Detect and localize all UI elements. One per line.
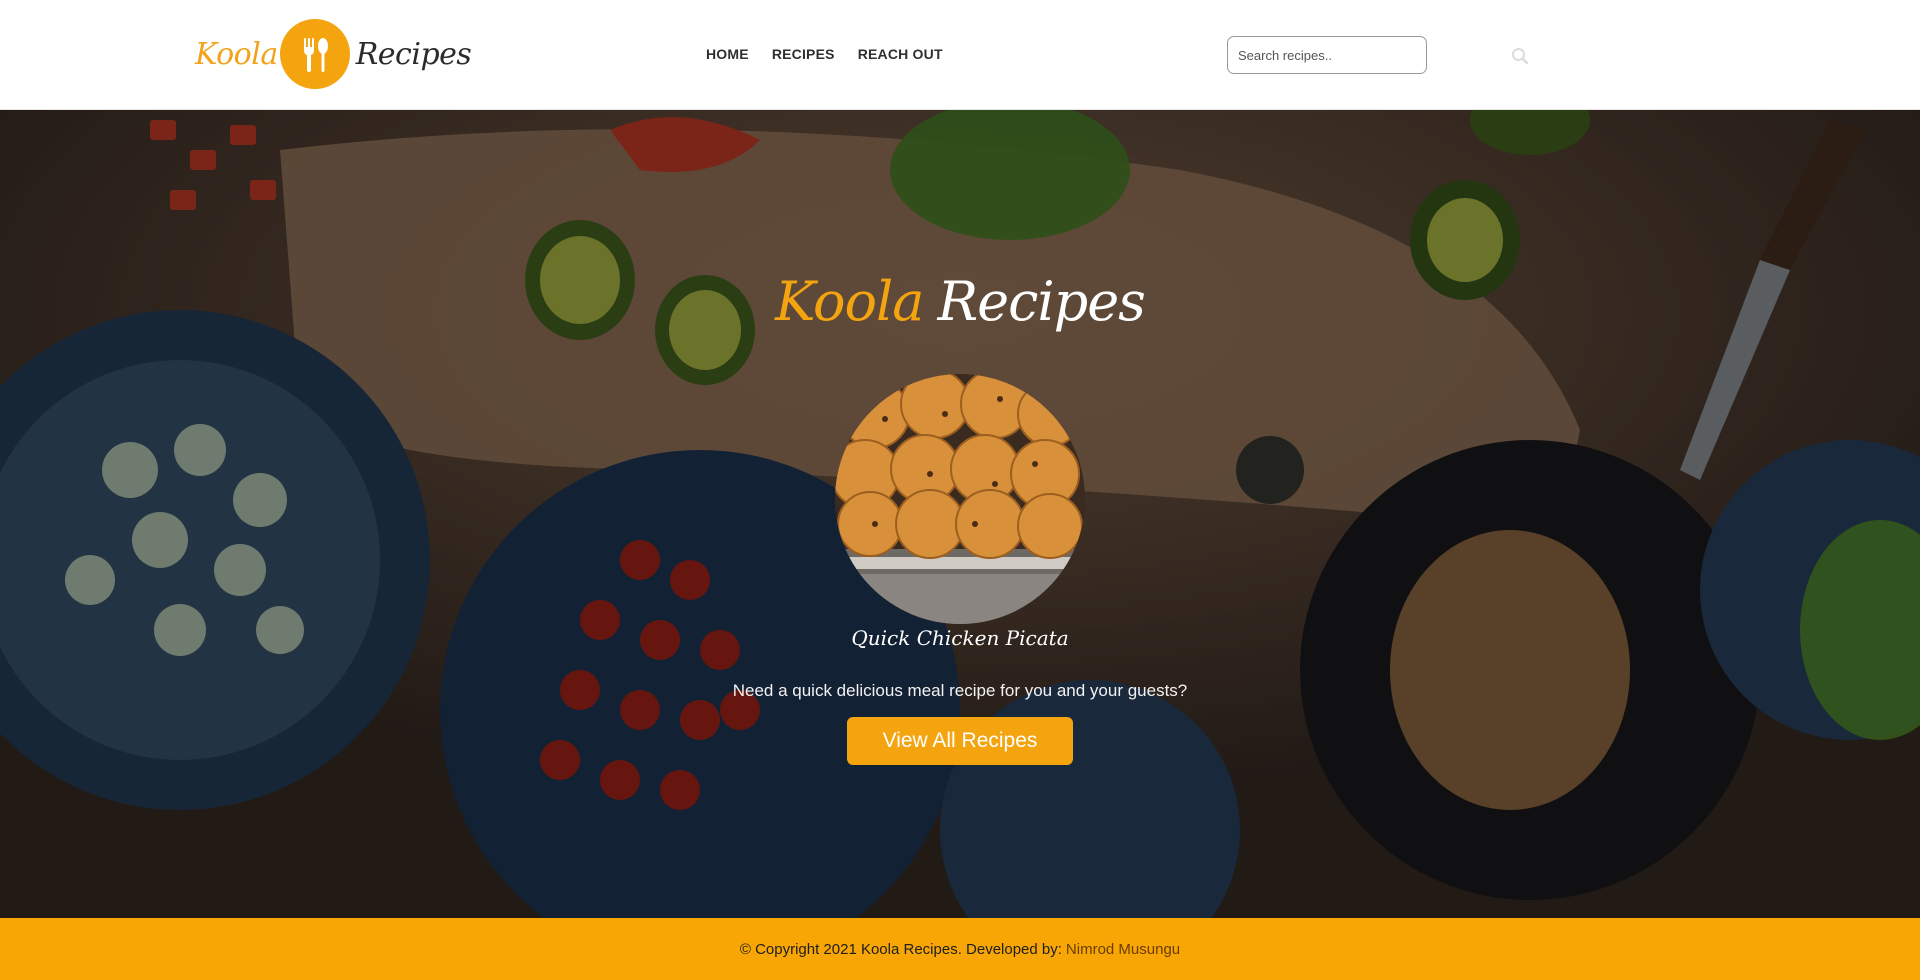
logo-word-recipes: Recipes — [355, 36, 472, 72]
nav-reach-out[interactable]: REACH OUT — [858, 46, 943, 62]
hero-title-koola: Koola — [775, 270, 924, 333]
search-icon[interactable] — [1511, 47, 1529, 65]
nav-home[interactable]: HOME — [706, 46, 749, 62]
main-nav: HOME RECIPES REACH OUT — [706, 46, 966, 62]
site-logo[interactable]: Koola Recipes — [195, 18, 472, 90]
hero-title-recipes: Recipes — [937, 270, 1146, 333]
nav-recipes[interactable]: RECIPES — [772, 46, 835, 62]
site-header: Koola Recipes HOME RECIPES REACH OUT — [0, 0, 1920, 110]
logo-word-koola: Koola — [195, 36, 278, 72]
featured-dish-image — [835, 374, 1085, 624]
fork-and-spoon-icon — [279, 19, 350, 89]
copyright-text: © Copyright 2021 Koola Recipes. Develope… — [739, 940, 1062, 958]
hero-title: Koola Recipes — [0, 270, 1920, 333]
hero-section: Koola Recipes Quick Chicken Picata Need … — [0, 110, 1920, 918]
search-input[interactable] — [1227, 36, 1427, 74]
featured-dish-name: Quick Chicken Picata — [851, 626, 1069, 650]
developer-link[interactable]: Nimrod Musungu — [1066, 941, 1180, 958]
hero-tagline: Need a quick delicious meal recipe for y… — [732, 681, 1188, 700]
view-all-recipes-button[interactable]: View All Recipes — [847, 717, 1073, 765]
site-footer: © Copyright 2021 Koola Recipes. Develope… — [0, 918, 1920, 980]
